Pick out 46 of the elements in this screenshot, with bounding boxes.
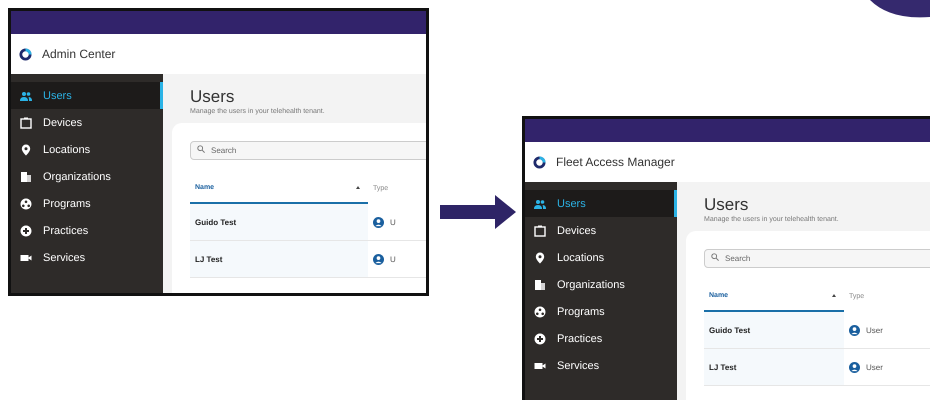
sidebar-item[interactable]: Users [525,190,677,217]
users-icon [534,198,546,210]
logo-icon [19,48,32,60]
type-text: U [390,218,396,226]
sidebar-item[interactable]: Programs [11,190,163,217]
table-cell: Guido Test [190,204,368,240]
table-cell: LJ Test [704,349,844,385]
sidebar-item[interactable]: Organizations [525,271,677,298]
search-field[interactable]: Search [190,141,426,160]
page-title: Users [190,88,236,106]
building-icon [534,278,546,290]
user-icon [849,362,860,372]
building-icon [20,170,32,182]
logo-icon [533,156,546,168]
table-cell: LJ Test [190,241,368,277]
search-field[interactable]: Search [704,249,930,268]
circle-dots-icon [20,198,32,210]
app-title: Admin Center [42,47,116,61]
type-text: User [866,362,883,372]
sidebar-item[interactable]: Organizations [11,163,163,190]
app-title: Fleet Access Manager [556,155,675,169]
sidebar-item[interactable]: Services [525,352,677,379]
sidebar-item[interactable]: Practices [525,325,677,352]
sidebar-item[interactable]: Practices [11,217,163,244]
location-pin-icon [534,252,546,264]
table-cell: Guido Test [704,312,844,348]
location-pin-icon [20,144,32,156]
user-icon [849,324,860,336]
tablet-icon [20,116,32,128]
sidebar-item[interactable]: Locations [525,244,677,271]
decorative-shape [870,0,930,18]
type-text: User [866,326,883,334]
circle-dots-icon [534,306,546,318]
sidebar-item[interactable]: Users [11,82,163,109]
users-icon [20,90,32,102]
sidebar-item[interactable]: Locations [11,136,163,163]
sidebar-item[interactable]: Programs [525,298,677,325]
sidebar-item[interactable]: Devices [525,217,677,244]
sidebar-item[interactable]: Services [11,244,163,271]
user-icon [373,254,384,264]
type-text: U [390,254,396,264]
tablet-icon [534,224,546,236]
page-title: Users [704,196,750,214]
user-icon [373,216,384,228]
sidebar-item[interactable]: Devices [11,109,163,136]
arrow-icon [440,195,516,229]
